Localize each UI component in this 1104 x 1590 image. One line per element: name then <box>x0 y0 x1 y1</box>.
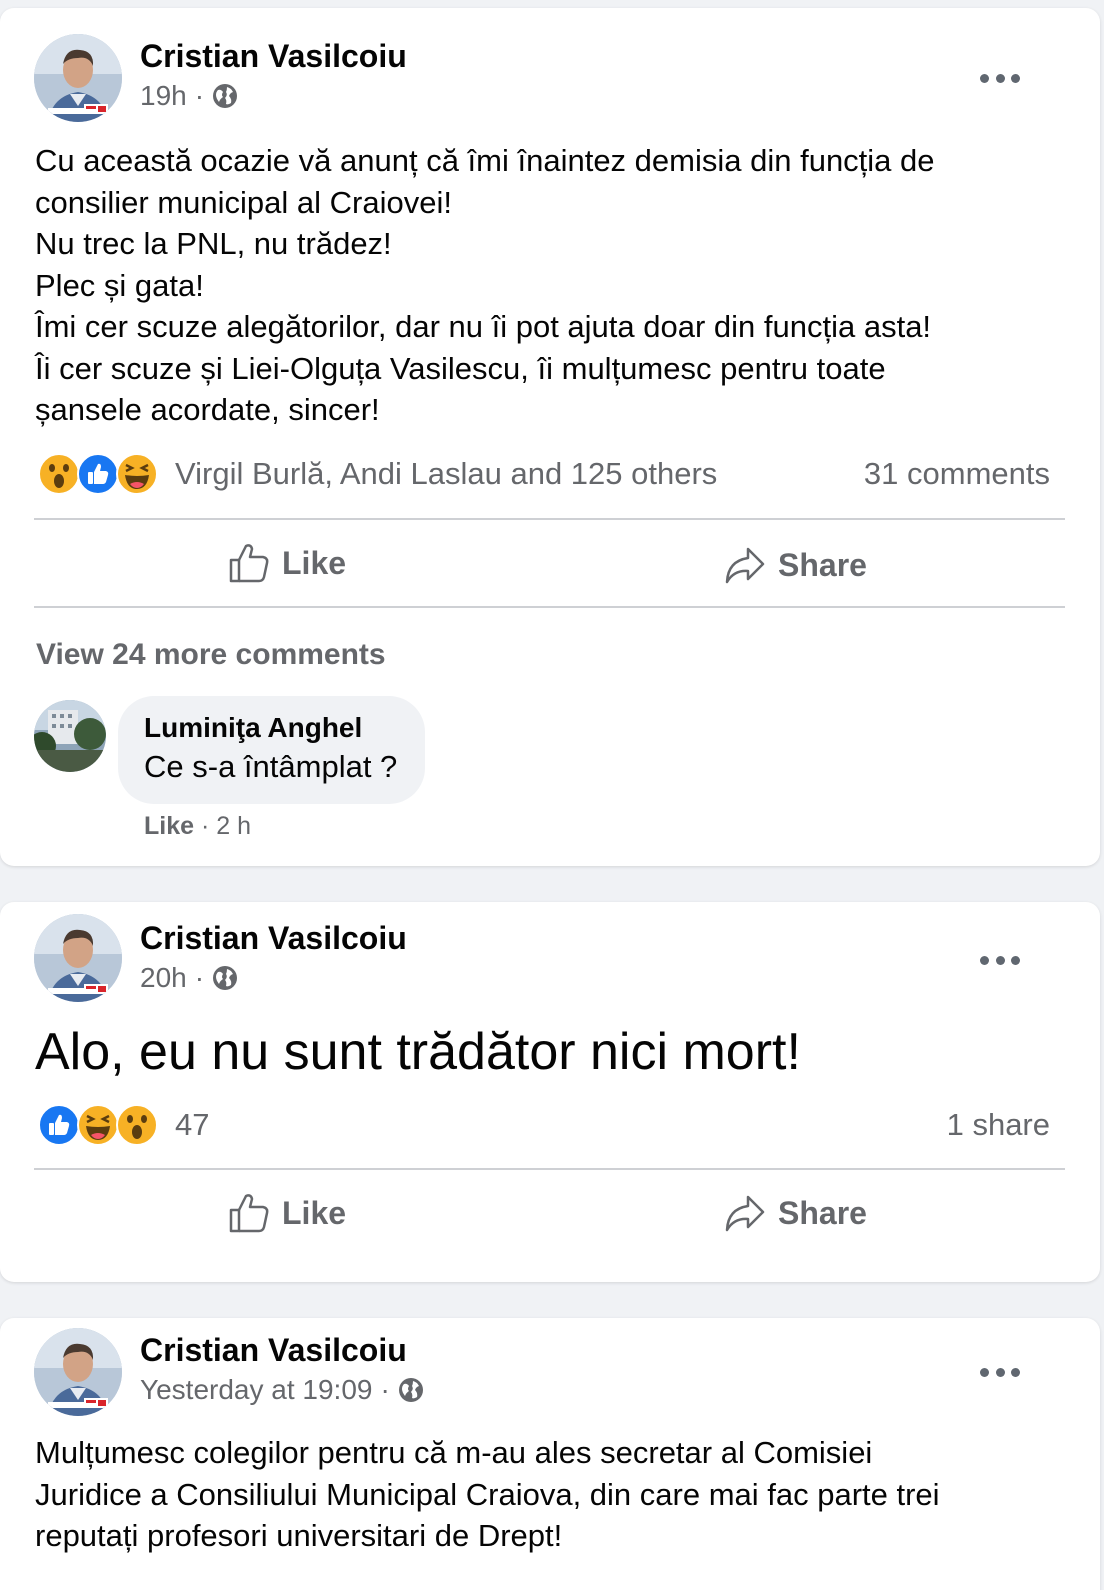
meta-separator: · <box>380 1374 390 1405</box>
author-avatar[interactable] <box>34 1328 122 1416</box>
post-text-line: Mulțumesc colegilor pentru că m-au ales … <box>35 1435 873 1470</box>
commenter-avatar[interactable] <box>34 700 106 772</box>
reaction-count[interactable]: 47 <box>175 1107 209 1143</box>
share-icon <box>725 547 765 584</box>
comment-separator: · <box>200 812 210 840</box>
haha-icon <box>77 1104 119 1146</box>
post-text: Mulțumesc colegilor pentru că m-au ales … <box>35 1432 1065 1557</box>
author-avatar[interactable] <box>34 34 122 122</box>
post-card: Cristian Vasilcoiu Yesterday at 19:09 · … <box>0 1318 1100 1590</box>
like-icon <box>77 453 119 495</box>
thumbs-up-icon <box>229 1194 269 1233</box>
meta-separator: · <box>194 80 205 111</box>
reaction-icons[interactable] <box>38 453 158 495</box>
like-label: Like <box>282 544 347 581</box>
comment-actions: Like · 2 h <box>144 812 251 841</box>
comment-like-button[interactable]: Like <box>144 812 194 840</box>
dot-icon <box>995 73 1005 83</box>
post-text: Alo, eu nu sunt trădător nici mort! <box>35 1023 801 1081</box>
like-icon <box>38 1104 80 1146</box>
reaction-summary[interactable]: Virgil Burlă, Andi Laslau and 125 others <box>175 456 717 492</box>
dot-icon <box>995 955 1005 965</box>
author-name[interactable]: Cristian Vasilcoiu <box>140 1332 407 1369</box>
commenter-name[interactable]: Luminiţa Anghel <box>144 710 397 746</box>
wow-icon <box>38 453 80 495</box>
divider <box>34 1168 1065 1170</box>
post-text: Cu această ocazie vă anunț că îmi înaint… <box>35 140 1065 431</box>
dot-icon <box>980 955 989 965</box>
post-text-line: Îi cer scuze și Liei-Olguța Vasilescu, î… <box>35 350 886 386</box>
share-label: Share <box>778 546 867 583</box>
post-text-line: Juridice a Consiliului Municipal Craiova… <box>35 1476 940 1512</box>
post-time[interactable]: Yesterday at 19:09 <box>140 1374 372 1406</box>
like-label: Like <box>282 1194 347 1231</box>
like-button[interactable]: Like <box>228 1192 346 1234</box>
dot-icon <box>980 73 989 83</box>
comment-bubble: Luminiţa Anghel Ce s-a întâmplat ? <box>118 696 426 804</box>
share-button[interactable]: Share <box>724 544 867 586</box>
globe-icon <box>213 84 238 108</box>
post-meta: 20h · <box>140 962 238 994</box>
post-options-button[interactable] <box>980 950 1020 970</box>
dot-icon <box>1011 1367 1020 1377</box>
post-text-line: Cu această ocazie vă anunț că îmi înaint… <box>35 143 935 178</box>
post-text-line: reputați profesori universitari de Drept… <box>35 1518 563 1553</box>
view-more-comments-link[interactable]: View 24 more comments <box>36 638 386 672</box>
post-options-button[interactable] <box>980 68 1020 88</box>
share-label: Share <box>778 1194 867 1231</box>
dot-icon <box>995 1367 1005 1377</box>
post-text-line: Plec și gata! <box>35 267 204 303</box>
post-time[interactable]: 19h <box>140 80 187 112</box>
comment-text: Ce s-a întâmplat ? <box>144 749 398 784</box>
haha-icon <box>116 453 158 495</box>
thumbs-up-icon <box>229 544 269 583</box>
comment-count[interactable]: 31 comments <box>864 456 1050 492</box>
globe-icon <box>398 1378 423 1402</box>
share-icon <box>725 1195 765 1232</box>
post-card: Cristian Vasilcoiu 19h · Cu această ocaz… <box>0 8 1100 866</box>
wow-icon <box>116 1104 158 1146</box>
dot-icon <box>1011 73 1020 83</box>
dot-icon <box>980 1367 989 1377</box>
reaction-icons[interactable] <box>38 1104 158 1146</box>
post-meta: 19h · <box>140 80 238 112</box>
author-name[interactable]: Cristian Vasilcoiu <box>140 38 407 75</box>
post-text-line: Nu trec la PNL, nu trădez! <box>35 226 392 261</box>
post-options-button[interactable] <box>980 1362 1020 1382</box>
author-avatar[interactable] <box>34 914 122 1002</box>
like-button[interactable]: Like <box>228 542 346 584</box>
post-time[interactable]: 20h <box>140 962 187 994</box>
post-text-line: consilier municipal al Craiovei! <box>35 184 452 220</box>
post-text-line: șansele acordate, sincer! <box>35 392 380 427</box>
post-card: Cristian Vasilcoiu 20h · Alo, eu nu sunt… <box>0 902 1100 1282</box>
globe-icon <box>213 966 238 990</box>
divider <box>34 518 1065 520</box>
post-text-line: Îmi cer scuze alegătorilor, dar nu îi po… <box>35 309 932 344</box>
author-name[interactable]: Cristian Vasilcoiu <box>140 920 407 957</box>
dot-icon <box>1011 955 1020 965</box>
divider <box>34 606 1065 608</box>
post-meta: Yesterday at 19:09 · <box>140 1374 424 1406</box>
share-count[interactable]: 1 share <box>947 1107 1050 1143</box>
meta-separator: · <box>194 962 205 993</box>
comment-time[interactable]: 2 h <box>216 812 251 840</box>
share-button[interactable]: Share <box>724 1192 867 1234</box>
